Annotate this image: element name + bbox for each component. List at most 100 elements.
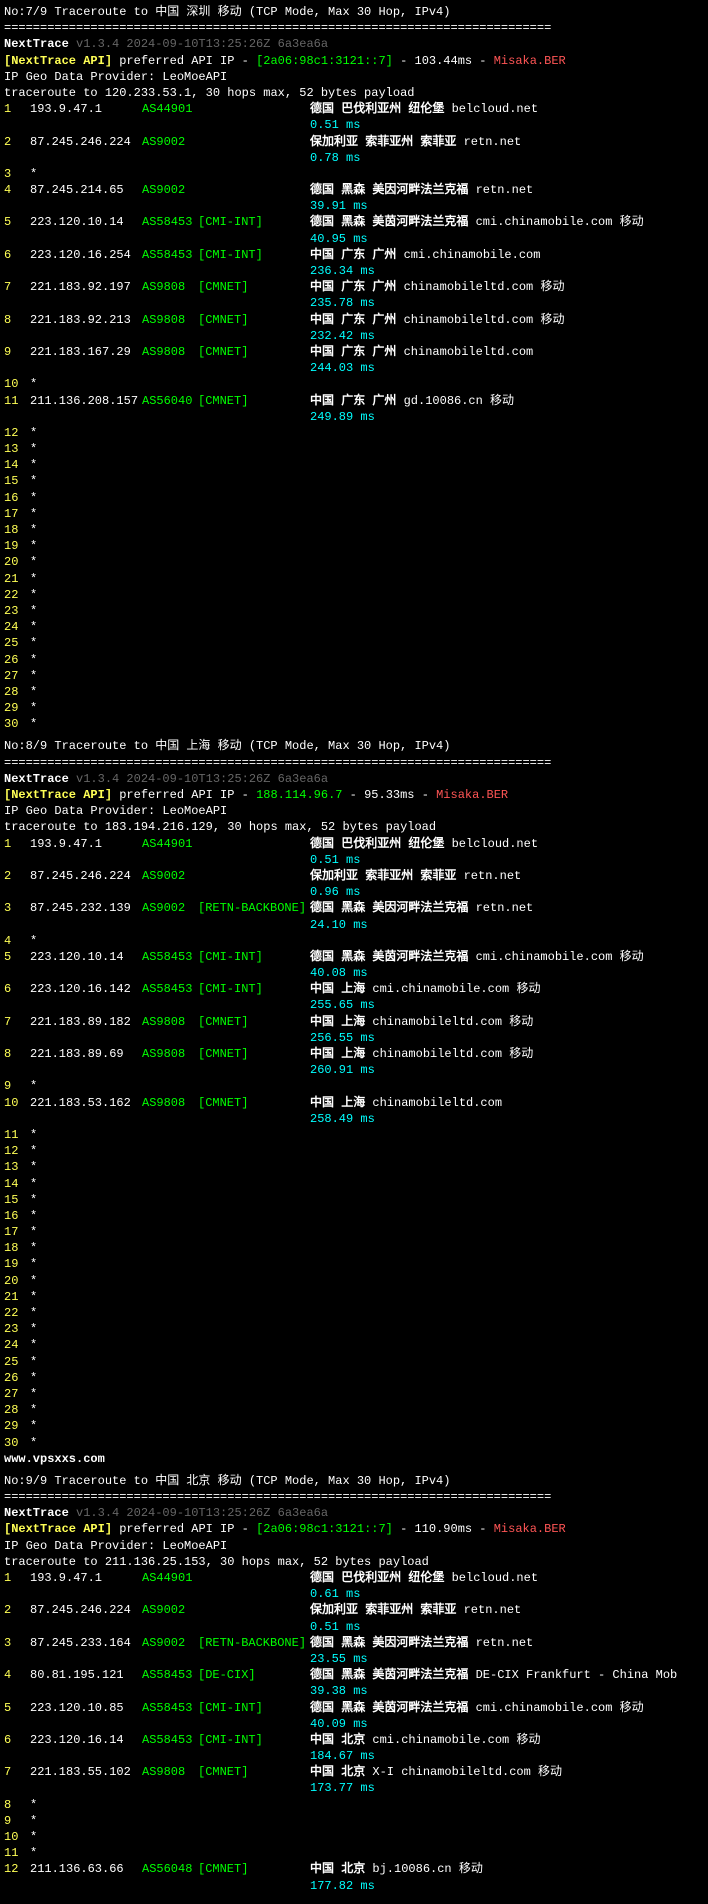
hop-domain: cmi.chinamobile.com <box>404 248 541 262</box>
terminal-output: No:7/9 Traceroute to 中国 深圳 移动 (TCP Mode,… <box>4 4 708 1894</box>
hop-asn: AS9002 <box>142 134 198 150</box>
hop-star: * <box>30 1814 37 1828</box>
hop-ip: 193.9.47.1 <box>30 101 142 117</box>
api-latency: - 95.33ms - <box>342 788 436 802</box>
trace-title: No:9/9 Traceroute to 中国 北京 移动 (TCP Mode,… <box>4 1473 708 1489</box>
hop-index: 6 <box>4 981 30 997</box>
hop-location: 中国 广东 广州 <box>310 280 404 294</box>
hop-index: 27 <box>4 1386 30 1402</box>
hop-row: 11* <box>4 1127 708 1143</box>
hop-index: 1 <box>4 1570 30 1586</box>
hop-tag: [CMNET] <box>198 1764 310 1780</box>
hop-index: 10 <box>4 376 30 392</box>
hop-index: 22 <box>4 587 30 603</box>
trace-title: No:7/9 Traceroute to 中国 深圳 移动 (TCP Mode,… <box>4 4 708 20</box>
hop-index: 6 <box>4 247 30 263</box>
hop-location: 中国 广东 广州 <box>310 313 404 327</box>
hop-star: * <box>30 1160 37 1174</box>
hop-domain: retn.net <box>464 135 522 149</box>
hop-row: 20* <box>4 1273 708 1289</box>
hop-ip: 193.9.47.1 <box>30 1570 142 1586</box>
hop-index: 19 <box>4 1256 30 1272</box>
hop-asn: AS9002 <box>142 868 198 884</box>
hop-ip: 223.120.10.14 <box>30 214 142 230</box>
hop-star: * <box>30 1079 37 1093</box>
hop-index: 13 <box>4 441 30 457</box>
hop-star: * <box>30 717 37 731</box>
hop-index: 9 <box>4 344 30 360</box>
hop-asn: AS9808 <box>142 312 198 328</box>
hop-domain: cmi.chinamobile.com <box>476 215 620 229</box>
hop-tag: [CMNET] <box>198 312 310 328</box>
hop-star: * <box>30 636 37 650</box>
trace-block: No:8/9 Traceroute to 中国 上海 移动 (TCP Mode,… <box>4 738 708 1466</box>
hop-domain: chinamobileltd.com <box>372 1015 509 1029</box>
hop-index: 2 <box>4 1602 30 1618</box>
hop-location: 中国 上海 <box>310 1047 372 1061</box>
hop-index: 11 <box>4 1845 30 1861</box>
hop-row: 8221.183.92.213AS9808[CMNET]中国 广东 广州 chi… <box>4 312 708 328</box>
api-prefix: [NextTrace API] <box>4 54 112 68</box>
hop-index: 12 <box>4 1143 30 1159</box>
hop-row: 1193.9.47.1AS44901德国 巴伐利亚州 纽伦堡 belcloud.… <box>4 836 708 852</box>
hop-row: 7221.183.92.197AS9808[CMNET]中国 广东 广州 chi… <box>4 279 708 295</box>
hop-index: 7 <box>4 1764 30 1780</box>
hop-row: 1193.9.47.1AS44901德国 巴伐利亚州 纽伦堡 belcloud.… <box>4 101 708 117</box>
hop-latency: 232.42 ms <box>310 328 708 344</box>
hop-index: 7 <box>4 279 30 295</box>
hop-star: * <box>30 604 37 618</box>
hop-domain: chinamobileltd.com <box>372 1096 502 1110</box>
hop-tag: [CMI-INT] <box>198 981 310 997</box>
hop-domain: belcloud.net <box>452 1571 538 1585</box>
hop-index: 7 <box>4 1014 30 1030</box>
hop-row: 14* <box>4 457 708 473</box>
hop-row: 10* <box>4 376 708 392</box>
hop-row: 480.81.195.121AS58453[DE-CIX]德国 黑森 美茵河畔法… <box>4 1667 708 1683</box>
hop-asn: AS9002 <box>142 182 198 198</box>
hop-latency: 40.95 ms <box>310 231 708 247</box>
hop-location: 德国 巴伐利亚州 纽伦堡 <box>310 837 452 851</box>
hop-tag: [CMI-INT] <box>198 1700 310 1716</box>
hop-star: * <box>30 442 37 456</box>
hop-index: 9 <box>4 1078 30 1094</box>
hop-latency: 23.55 ms <box>310 1651 708 1667</box>
hop-carrier: 移动 <box>509 1047 533 1061</box>
hop-carrier: 移动 <box>459 1862 483 1876</box>
hop-latency: 0.51 ms <box>310 852 708 868</box>
version-line: NextTrace v1.3.4 2024-09-10T13:25:26Z 6a… <box>4 36 708 52</box>
hop-asn: AS58453 <box>142 1667 198 1683</box>
hop-index: 14 <box>4 1176 30 1192</box>
version-line: NextTrace v1.3.4 2024-09-10T13:25:26Z 6a… <box>4 771 708 787</box>
hop-domain: retn.net <box>476 901 534 915</box>
hop-tag: [CMNET] <box>198 1046 310 1062</box>
app-name: NextTrace <box>4 37 76 51</box>
hop-row: 5223.120.10.14AS58453[CMI-INT]德国 黑森 美茵河畔… <box>4 949 708 965</box>
hop-row: 25* <box>4 1354 708 1370</box>
hop-asn: AS58453 <box>142 214 198 230</box>
hop-location: 中国 广东 广州 <box>310 248 404 262</box>
hop-index: 28 <box>4 684 30 700</box>
hop-asn: AS9808 <box>142 279 198 295</box>
hop-row: 20* <box>4 554 708 570</box>
hop-row: 7221.183.55.102AS9808[CMNET]中国 北京 X-I ch… <box>4 1764 708 1780</box>
hop-row: 25* <box>4 635 708 651</box>
hop-star: * <box>30 1241 37 1255</box>
hop-row: 8221.183.89.69AS9808[CMNET]中国 上海 chinamo… <box>4 1046 708 1062</box>
hop-asn: AS9002 <box>142 1602 198 1618</box>
api-ip: [2a06:98c1:3121::7] <box>256 1522 393 1536</box>
hop-latency: 0.51 ms <box>310 117 708 133</box>
api-location: Misaka.BER <box>436 788 508 802</box>
hop-index: 12 <box>4 425 30 441</box>
hop-star: * <box>30 1798 37 1812</box>
hop-row: 18* <box>4 522 708 538</box>
api-prefix: [NextTrace API] <box>4 788 112 802</box>
api-ip: 188.114.96.7 <box>256 788 342 802</box>
hop-location: 德国 黑森 美因河畔法兰克福 <box>310 183 476 197</box>
hop-star: * <box>30 523 37 537</box>
hop-row: 10* <box>4 1829 708 1845</box>
hop-star: * <box>30 1209 37 1223</box>
hop-index: 17 <box>4 1224 30 1240</box>
hop-tag: [CMI-INT] <box>198 949 310 965</box>
hop-star: * <box>30 1193 37 1207</box>
hop-carrier: 移动 <box>516 1733 540 1747</box>
